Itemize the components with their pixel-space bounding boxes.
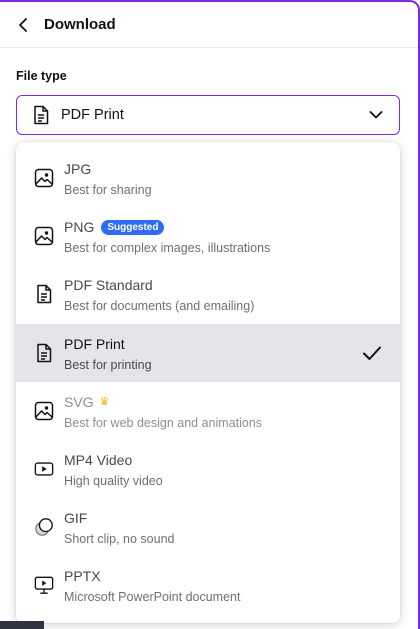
option-title: PPTX — [64, 568, 101, 584]
file-type-select[interactable]: PDF Print — [16, 95, 400, 135]
option-title-row: SVG ♛ — [64, 393, 109, 411]
option-description: High quality video — [64, 474, 163, 488]
scroll-fade — [16, 605, 400, 623]
panel-header: Download — [0, 2, 418, 48]
option-title: GIF — [64, 510, 88, 526]
panel-title: Download — [44, 16, 116, 33]
suggested-badge: Suggested — [101, 219, 165, 235]
file-type-label: File type — [16, 69, 67, 83]
presentation-icon — [34, 575, 54, 595]
option-pdf-print[interactable]: PDF Print Best for printing — [16, 324, 400, 382]
crown-icon: ♛ — [99, 396, 110, 408]
image-icon — [34, 226, 54, 246]
option-title: MP4 Video — [64, 452, 133, 468]
option-description: Best for sharing — [64, 183, 152, 197]
back-button[interactable] — [14, 15, 34, 35]
chevron-down-icon — [367, 106, 385, 124]
option-description: Best for printing — [64, 358, 152, 372]
image-icon — [34, 168, 54, 188]
download-panel: Download File type PDF Print JPG Best fo… — [0, 0, 420, 629]
option-description: Best for complex images, illustrations — [64, 241, 271, 255]
option-description: Short clip, no sound — [64, 532, 175, 546]
option-description: Microsoft PowerPoint document — [64, 590, 241, 604]
option-description: Best for web design and animations — [64, 416, 263, 430]
option-title: PDF Standard — [64, 277, 153, 293]
option-title: PNG — [64, 219, 95, 235]
option-png[interactable]: PNG Suggested Best for complex images, i… — [16, 207, 400, 265]
gif-icon — [34, 517, 54, 537]
option-jpg[interactable]: JPG Best for sharing — [16, 149, 400, 207]
checkmark-icon — [362, 343, 382, 363]
file-type-dropdown: JPG Best for sharing PNG Suggested Best … — [16, 142, 400, 623]
option-gif[interactable]: GIF Short clip, no sound — [16, 498, 400, 556]
image-icon — [34, 401, 54, 421]
option-svg[interactable]: SVG ♛ Best for web design and animations — [16, 382, 400, 440]
file-type-value: PDF Print — [61, 107, 124, 123]
option-title: SVG — [64, 394, 94, 410]
chevron-left-icon — [19, 17, 27, 32]
option-description: Best for documents (and emailing) — [64, 299, 255, 313]
document-icon — [34, 343, 54, 363]
option-title-row: PNG Suggested — [64, 218, 165, 236]
video-icon — [34, 459, 54, 479]
option-title: JPG — [64, 161, 92, 177]
bottom-edge-bar — [0, 621, 44, 629]
option-pdf-standard[interactable]: PDF Standard Best for documents (and ema… — [16, 265, 400, 323]
option-title: PDF Print — [64, 336, 125, 352]
option-mp4-video[interactable]: MP4 Video High quality video — [16, 440, 400, 498]
document-icon — [34, 284, 54, 304]
document-icon — [31, 105, 51, 125]
